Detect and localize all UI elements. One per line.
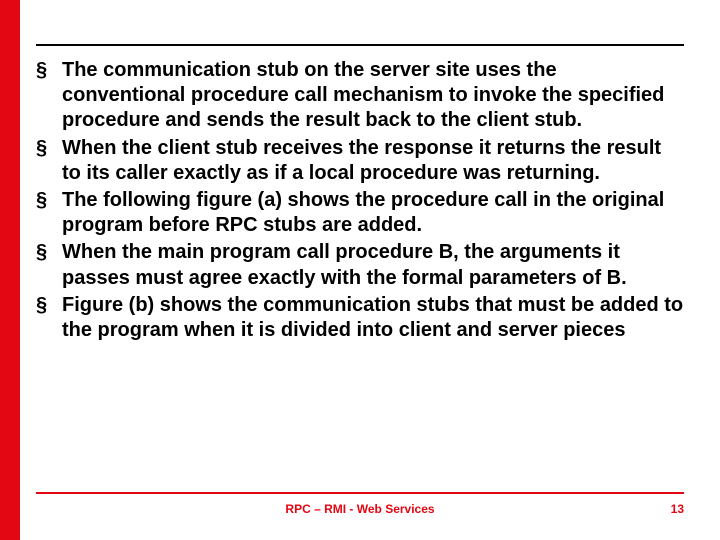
list-item: Figure (b) shows the communication stubs… — [36, 293, 684, 343]
footer-title: RPC – RMI - Web Services — [36, 502, 684, 516]
bullet-text: When the main program call procedure B, … — [62, 241, 627, 288]
slide-footer: RPC – RMI - Web Services 13 — [36, 502, 684, 522]
bullet-text: The following figure (a) shows the proce… — [62, 189, 664, 236]
list-item: When the main program call procedure B, … — [36, 240, 684, 290]
accent-sidebar — [0, 0, 20, 540]
top-divider — [36, 44, 684, 46]
page-number: 13 — [671, 502, 684, 516]
bullet-list: The communication stub on the server sit… — [36, 58, 684, 343]
list-item: The communication stub on the server sit… — [36, 58, 684, 134]
slide-content: The communication stub on the server sit… — [36, 58, 684, 482]
bottom-divider — [36, 492, 684, 494]
bullet-text: When the client stub receives the respon… — [62, 137, 661, 184]
bullet-text: Figure (b) shows the communication stubs… — [62, 294, 683, 341]
list-item: When the client stub receives the respon… — [36, 136, 684, 186]
list-item: The following figure (a) shows the proce… — [36, 188, 684, 238]
bullet-text: The communication stub on the server sit… — [62, 59, 664, 131]
